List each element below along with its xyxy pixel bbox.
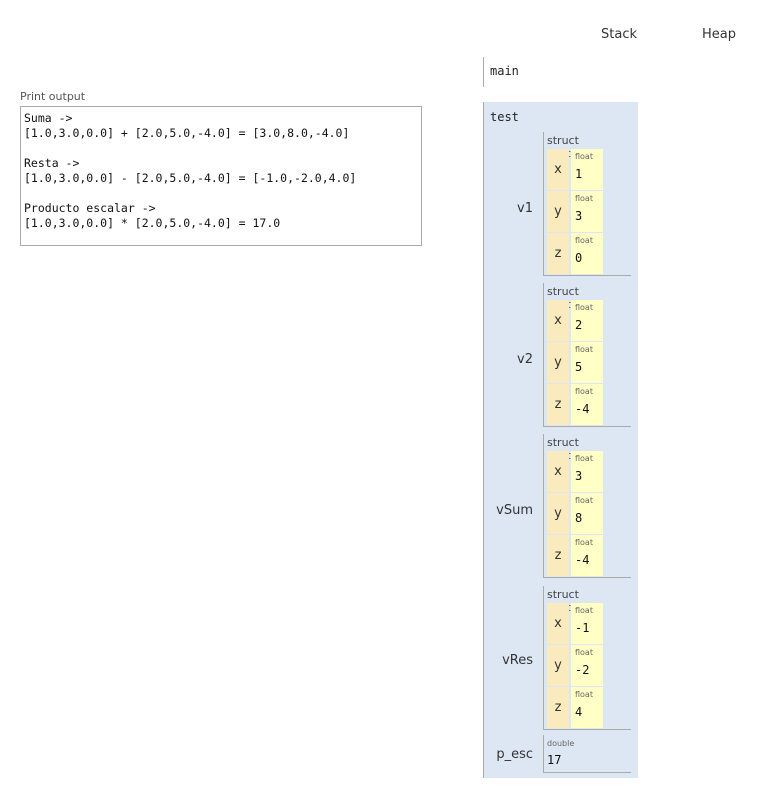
variable-name: vSum xyxy=(496,503,533,518)
stack-frame-test: test v1 struct vector3D x float 1 y floa… xyxy=(483,102,638,778)
field-key: x xyxy=(547,300,569,341)
stack-frame-main: main xyxy=(483,57,633,87)
frame-name-main: main xyxy=(490,64,519,78)
field-key: y xyxy=(547,342,569,383)
field-type: float xyxy=(575,194,593,203)
struct-field-z: z float 0 xyxy=(547,233,631,274)
field-key: y xyxy=(547,493,569,534)
variable-vsum: vSum struct vector3D x float 3 y float 8 xyxy=(484,434,639,584)
field-type: float xyxy=(575,538,593,547)
primitive-box: double 17 xyxy=(543,735,631,773)
struct-field-x: x float -1 xyxy=(547,603,631,644)
field-value: 2 xyxy=(575,318,583,332)
field-value: 5 xyxy=(575,360,583,374)
primitive-type: double xyxy=(547,739,575,748)
variable-v1: v1 struct vector3D x float 1 y float 3 xyxy=(484,132,639,282)
struct-field-y: y float -2 xyxy=(547,645,631,686)
field-value-cell: float 3 xyxy=(571,451,603,492)
struct-field-y: y float 8 xyxy=(547,493,631,534)
variable-name: p_esc xyxy=(496,747,533,762)
struct-box: struct vector3D x float 2 y float 5 xyxy=(543,283,631,427)
field-value-cell: float -4 xyxy=(571,535,603,576)
field-key: z xyxy=(547,535,569,576)
field-value-cell: float -4 xyxy=(571,384,603,425)
field-key: z xyxy=(547,233,569,274)
field-type: float xyxy=(575,303,593,312)
frame-name-test: test xyxy=(490,110,519,124)
field-value: 3 xyxy=(575,209,583,223)
struct-field-x: x float 3 xyxy=(547,451,631,492)
variable-vres: vRes struct vector3D x float -1 y float … xyxy=(484,586,639,736)
struct-type-label: struct vector3D xyxy=(547,134,597,160)
struct-field-y: y float 5 xyxy=(547,342,631,383)
struct-box: struct vector3D x float -1 y float -2 xyxy=(543,586,631,730)
struct-field-z: z float 4 xyxy=(547,687,631,728)
stack-header: Stack xyxy=(601,27,637,42)
field-value-cell: float 8 xyxy=(571,493,603,534)
field-type: float xyxy=(575,454,593,463)
variable-v2: v2 struct vector3D x float 2 y float 5 xyxy=(484,283,639,433)
struct-type-label: struct vector3D xyxy=(547,436,597,462)
variable-p-esc: p_esc double 17 xyxy=(484,735,639,775)
visualizer-root: Print output Suma -> [1.0,3.0,0.0] + [2.… xyxy=(0,0,775,795)
struct-type-label: struct vector3D xyxy=(547,285,597,311)
heap-header: Heap xyxy=(702,27,736,42)
field-type: float xyxy=(575,648,593,657)
field-value: -1 xyxy=(575,621,590,635)
field-type: float xyxy=(575,690,593,699)
print-output-label: Print output xyxy=(20,90,86,103)
field-key: x xyxy=(547,451,569,492)
field-type: float xyxy=(575,496,593,505)
field-value: -2 xyxy=(575,663,590,677)
field-type: float xyxy=(575,606,593,615)
field-type: float xyxy=(575,345,593,354)
variable-name: v1 xyxy=(517,201,533,216)
field-value: 4 xyxy=(575,705,583,719)
field-value: 0 xyxy=(575,251,583,265)
variable-name: vRes xyxy=(502,653,533,668)
struct-field-x: x float 2 xyxy=(547,300,631,341)
field-type: float xyxy=(575,387,593,396)
struct-type-label: struct vector3D xyxy=(547,588,597,614)
primitive-value: 17 xyxy=(547,753,562,767)
field-key: x xyxy=(547,603,569,644)
field-key: x xyxy=(547,149,569,190)
field-type: float xyxy=(575,236,593,245)
print-output-box: Suma -> [1.0,3.0,0.0] + [2.0,5.0,-4.0] =… xyxy=(20,106,422,246)
struct-field-z: z float -4 xyxy=(547,384,631,425)
field-value-cell: float 5 xyxy=(571,342,603,383)
struct-box: struct vector3D x float 1 y float 3 xyxy=(543,132,631,276)
field-value-cell: float -2 xyxy=(571,645,603,686)
field-value: -4 xyxy=(575,402,590,416)
field-value-cell: float 4 xyxy=(571,687,603,728)
field-value-cell: float 1 xyxy=(571,149,603,190)
field-key: y xyxy=(547,645,569,686)
field-value-cell: float 0 xyxy=(571,233,603,274)
struct-field-x: x float 1 xyxy=(547,149,631,190)
field-value: 3 xyxy=(575,469,583,483)
field-value-cell: float 2 xyxy=(571,300,603,341)
struct-box: struct vector3D x float 3 y float 8 xyxy=(543,434,631,578)
field-key: z xyxy=(547,384,569,425)
field-type: float xyxy=(575,152,593,161)
field-value-cell: float 3 xyxy=(571,191,603,232)
struct-field-z: z float -4 xyxy=(547,535,631,576)
variable-name: v2 xyxy=(517,352,533,367)
field-value: -4 xyxy=(575,553,590,567)
field-value: 1 xyxy=(575,167,583,181)
field-value: 8 xyxy=(575,511,583,525)
struct-field-y: y float 3 xyxy=(547,191,631,232)
field-key: y xyxy=(547,191,569,232)
field-value-cell: float -1 xyxy=(571,603,603,644)
field-key: z xyxy=(547,687,569,728)
